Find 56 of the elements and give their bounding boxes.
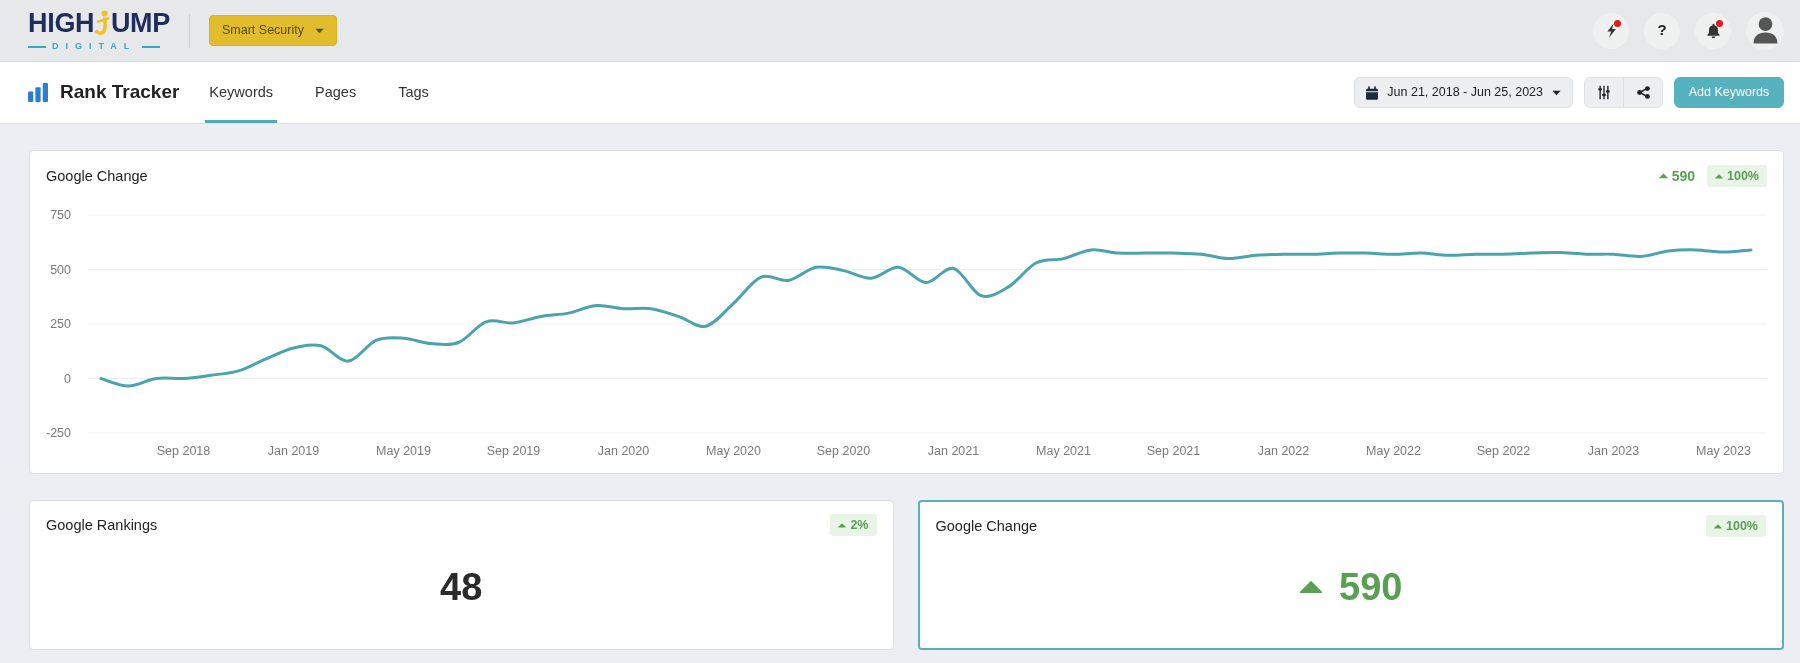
lightning-button[interactable] [1593,12,1629,49]
nav-tab[interactable]: Tags [394,62,433,123]
bar-chart-icon [28,83,48,102]
caret-down-icon [314,27,324,34]
user-menu-button[interactable] [1746,11,1784,50]
user-silhouette-icon [1752,17,1778,44]
bell-icon [1705,23,1721,38]
x-axis-label: Sep 2021 [1146,444,1201,458]
x-axis-label: Sep 2018 [156,444,211,458]
nav-tab[interactable]: Pages [311,62,361,123]
card-title: Google Rankings [46,516,158,535]
notifications-button[interactable] [1695,12,1731,49]
x-axis-label: Jan 2019 [267,444,320,458]
percent-change: 2% [850,516,869,534]
nav-tab[interactable]: Keywords [205,62,278,123]
share-icon [1636,86,1650,99]
stat-value: 590 [1339,564,1403,609]
x-axis-label: Sep 2022 [1476,444,1531,458]
y-axis-label: 750 [50,208,71,222]
x-axis-label: Sep 2019 [486,444,541,458]
y-axis-label: -250 [46,426,71,440]
x-axis-label: May 2021 [1036,444,1091,458]
change-value: 590 [1671,166,1695,186]
x-axis-label: May 2020 [706,444,761,458]
percent-change: 100% [1727,167,1759,185]
x-axis-label: Jan 2021 [927,444,980,458]
y-axis-label: 500 [50,262,71,277]
logo-text: UMP [110,9,170,37]
x-axis-label: Jan 2020 [597,444,650,458]
percent-change: 100% [1726,517,1758,535]
x-axis-label: Jan 2022 [1257,444,1310,458]
stat-value: 48 [440,564,483,609]
logo-text: HIGH [28,9,95,37]
card-title: Google Change [935,517,1038,536]
stat-card[interactable]: Google Rankings 2% 48 [29,500,894,650]
x-axis-label: May 2019 [376,444,431,458]
x-axis-label: May 2023 [1696,444,1751,458]
y-axis-label: 250 [50,317,71,331]
sliders-icon [1598,85,1610,100]
x-axis-label: May 2022 [1366,444,1421,458]
date-range-picker[interactable]: Jun 21, 2018 - Jun 25, 2023 [1354,77,1573,108]
lightning-icon [1605,23,1617,38]
project-dropdown[interactable]: Smart Security [209,15,337,46]
help-button[interactable]: ? [1644,12,1680,49]
caret-down-icon [1552,89,1561,96]
y-axis-label: 0 [64,371,71,386]
page-title: Rank Tracker [60,80,180,105]
calendar-icon [1366,85,1379,100]
filters-button[interactable] [1584,77,1624,108]
x-axis-label: Jan 2023 [1587,444,1640,458]
logo-tagline: DIGITAL [28,41,170,52]
stat-card[interactable]: Google Change 100% 590 [917,500,1784,650]
jumping-figure-icon [95,9,110,37]
chart-title: Google Change [46,167,148,186]
x-axis-label: Sep 2020 [816,444,871,458]
share-button[interactable] [1623,77,1663,108]
